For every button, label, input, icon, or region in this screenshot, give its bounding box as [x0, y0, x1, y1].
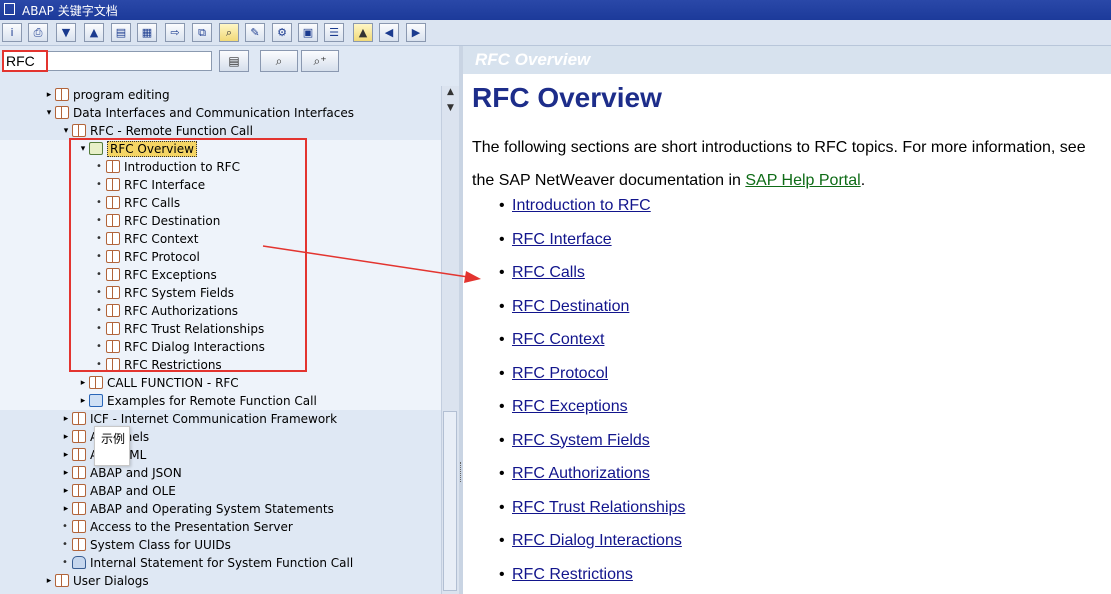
annotation-arrow-head: [464, 271, 481, 283]
annotation-arrow: [262, 245, 481, 283]
annotation-arrow-line: [262, 245, 469, 278]
